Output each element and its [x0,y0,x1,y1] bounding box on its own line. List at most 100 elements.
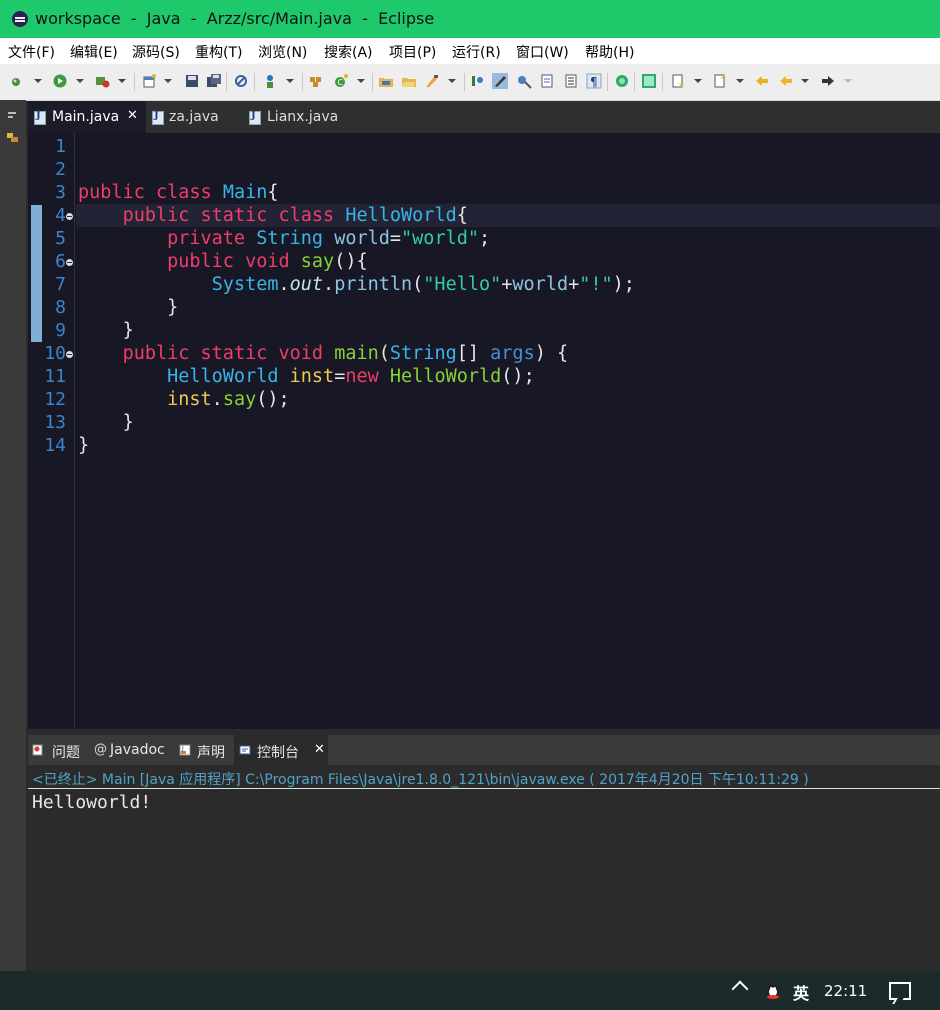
open-type-icon[interactable] [378,73,394,89]
line-number: 8 [55,297,66,318]
chevron-down-icon[interactable] [694,79,702,83]
show-hidden-icons-icon[interactable] [731,980,749,998]
menu-project[interactable]: 项目(P) [389,42,436,62]
new-file-icon[interactable] [141,73,157,89]
menu-file[interactable]: 文件(F) [8,42,55,62]
word-wrap-icon[interactable] [563,73,579,89]
code-line-12: inst.say(); [78,389,290,410]
constructor-call: HelloWorld [389,366,502,387]
menu-source[interactable]: 源码(S) [132,42,180,62]
method-call: println [334,274,413,295]
code-line-13: } [78,412,134,433]
menu-run[interactable]: 运行(R) [452,42,501,62]
close-icon[interactable]: ✕ [314,742,325,757]
toolbar-separator [607,73,608,91]
debug-icon[interactable] [94,73,110,89]
tab-main-java[interactable]: Main.java ✕ [28,101,146,133]
clock[interactable]: 22:11 [824,982,867,1000]
ant-icon[interactable] [614,73,630,89]
array-brackets: [] [456,343,491,364]
run-config-icon[interactable] [262,73,278,89]
chevron-down-icon[interactable] [286,79,294,83]
type-name: String [389,343,457,364]
problems-icon [32,744,43,756]
tab-problems[interactable]: 问题 [28,735,86,765]
code-line-7: System.out.println("Hello"+world+"!"); [78,274,635,295]
menu-navigate[interactable]: 浏览(N) [258,42,307,62]
next-annotation-icon[interactable] [670,73,686,89]
skip-breakpoints-icon[interactable] [233,73,249,89]
java-file-icon [34,110,46,125]
toggle-mark-occurrences-icon[interactable] [470,73,486,89]
chevron-down-icon[interactable] [844,79,852,83]
code-editor[interactable]: 1 2 3 4 5 6 7 8 9 10 11 12 13 14 public … [28,133,940,729]
at-icon: @ [94,742,107,757]
tab-label: 声明 [197,745,225,761]
brace: } [122,320,134,341]
paragraph-icon[interactable]: ¶ [586,73,602,89]
back-arrow-icon[interactable] [778,73,794,89]
method-name: main [334,343,379,364]
new-java-class-icon[interactable]: C [333,73,349,89]
string-literal: "world" [401,228,479,249]
declaration-icon: J [179,744,191,756]
restore-icon[interactable] [6,110,19,121]
menu-help[interactable]: 帮助(H) [585,42,634,62]
save-all-icon[interactable] [206,73,222,89]
highlight-icon[interactable] [492,73,508,89]
new-icon[interactable] [8,73,24,89]
block-selection-icon[interactable] [516,73,532,89]
package-explorer-icon[interactable] [6,132,19,143]
tab-label: Javadoc [110,742,165,758]
input-method-indicator[interactable]: 英 [793,980,809,1004]
line-number: 6 [55,251,66,272]
qq-tray-icon[interactable] [764,981,782,1001]
menu-refactor[interactable]: 重构(T) [195,42,242,62]
line-number: 5 [55,228,66,249]
menu-window[interactable]: 窗口(W) [516,42,569,62]
window-title: workspace - Java - Arzz/src/Main.java - … [35,9,435,28]
menu-search[interactable]: 搜索(A) [324,42,373,62]
tab-console[interactable]: 控制台 ✕ [234,735,328,765]
chevron-down-icon[interactable] [118,79,126,83]
code-line-9: } [78,320,134,341]
static-field: out [289,274,324,295]
fold-toggle-icon[interactable] [66,259,73,266]
tab-javadoc[interactable]: @ Javadoc [88,735,174,765]
chevron-down-icon[interactable] [801,79,809,83]
save-icon[interactable] [184,73,200,89]
local-variable: inst [289,366,335,387]
search-tool-icon[interactable] [424,73,440,89]
chevron-down-icon[interactable] [357,79,365,83]
tab-label: Main.java [52,109,120,125]
chevron-down-icon[interactable] [76,79,84,83]
last-edit-location-icon[interactable] [754,73,770,89]
action-center-icon[interactable] [889,982,911,1000]
tab-za-java[interactable]: za.java [146,101,242,133]
chevron-down-icon[interactable] [448,79,456,83]
show-whitespace-icon[interactable] [540,73,556,89]
previous-annotation-icon[interactable] [712,73,728,89]
chevron-down-icon[interactable] [164,79,172,83]
punctuation: (); [501,366,535,387]
toolbar-separator [662,73,663,91]
forward-arrow-icon[interactable] [820,73,836,89]
chevron-down-icon[interactable] [736,79,744,83]
run-icon[interactable] [52,73,68,89]
menu-edit[interactable]: 编辑(E) [70,42,118,62]
operator: + [501,274,513,295]
open-folder-icon[interactable] [401,73,417,89]
close-icon[interactable]: ✕ [127,108,138,123]
new-java-package-icon[interactable] [308,73,324,89]
tab-lianx-java[interactable]: Lianx.java [242,101,352,133]
terminal-icon[interactable] [641,73,657,89]
keyword: class [278,205,335,226]
chevron-down-icon[interactable] [34,79,42,83]
fold-toggle-icon[interactable] [66,213,73,220]
windows-taskbar: 英 22:11 [0,971,940,1010]
tab-declaration[interactable]: J 声明 [174,735,234,765]
line-number: 12 [44,389,66,410]
fold-toggle-icon[interactable] [66,351,73,358]
console-output-area[interactable]: Helloworld! [28,789,940,971]
console-icon [239,745,251,755]
